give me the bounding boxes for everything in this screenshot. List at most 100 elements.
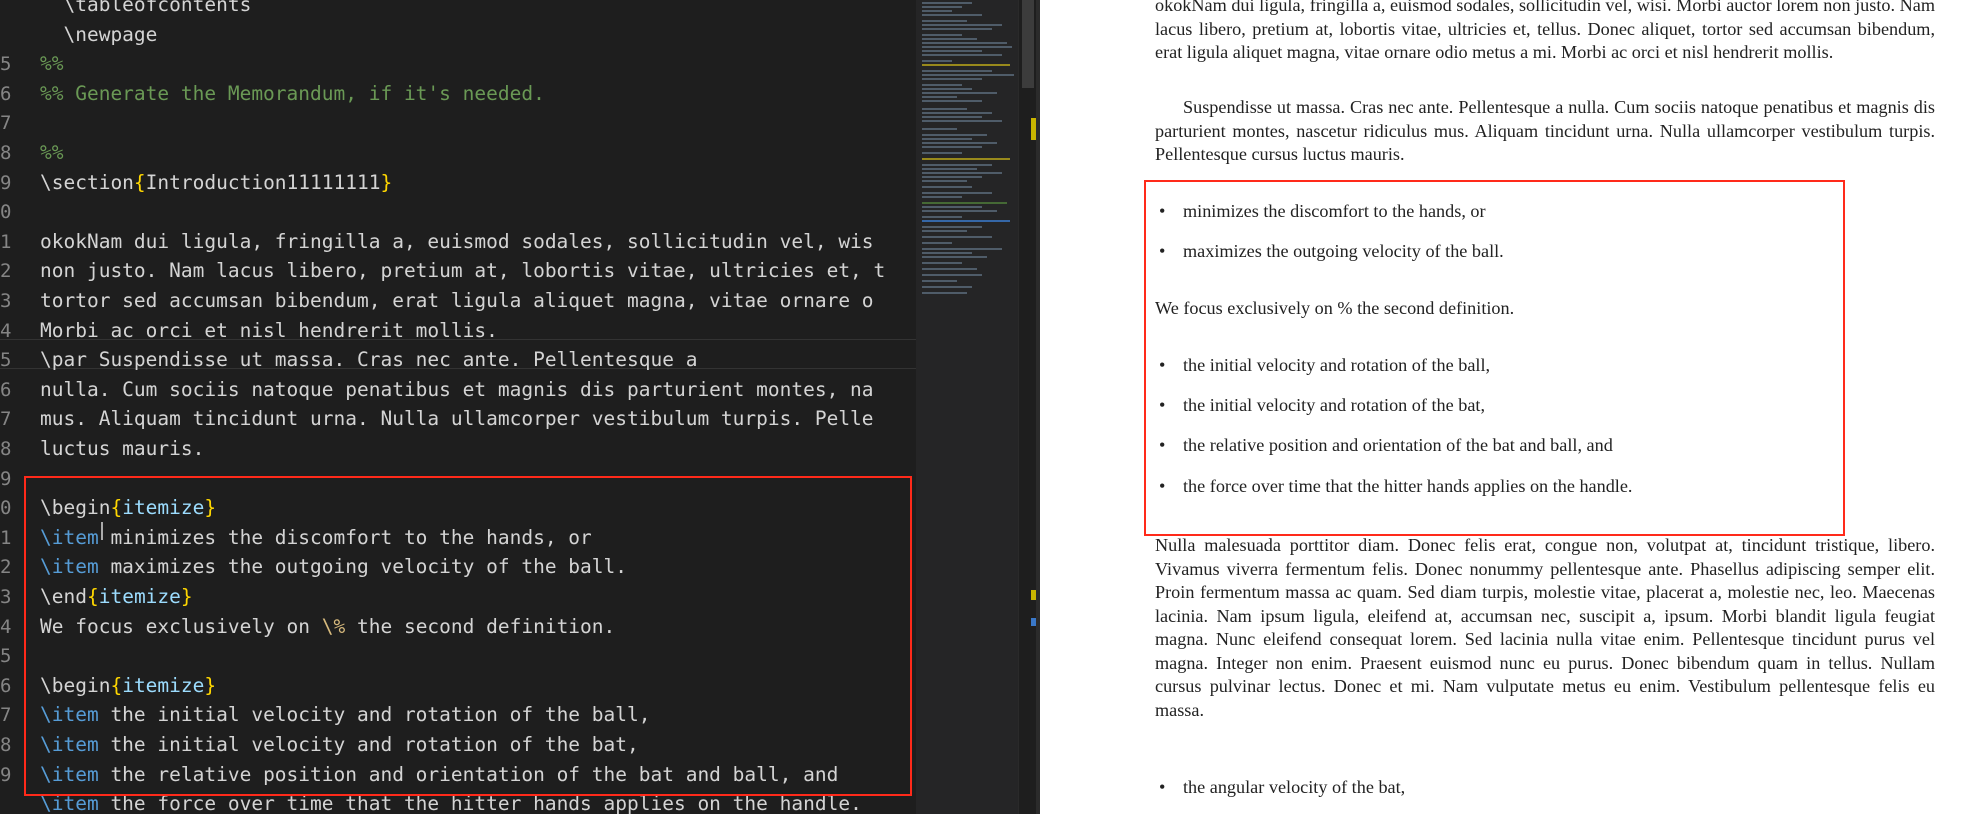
pdf-bullet-item: the initial velocity and rotation of the… bbox=[1159, 394, 1485, 417]
code-line[interactable]: Morbi ac orci et nisl hendrerit mollis. bbox=[40, 316, 498, 346]
minimap-line bbox=[922, 292, 967, 294]
line-number: 9 bbox=[0, 171, 12, 194]
minimap-line bbox=[922, 196, 962, 198]
minimap-line bbox=[922, 60, 952, 62]
minimap-line bbox=[922, 216, 962, 218]
minimap-line bbox=[922, 186, 972, 188]
minimap-line bbox=[922, 256, 987, 258]
minimap-line bbox=[922, 142, 997, 144]
minimap-line bbox=[922, 280, 957, 282]
line-number: 5 bbox=[0, 349, 12, 372]
minimap-line bbox=[922, 92, 997, 94]
minimap-line bbox=[922, 20, 967, 22]
line-number: 1 bbox=[0, 230, 12, 253]
minimap-line bbox=[922, 84, 962, 86]
code-line[interactable]: \tableofcontents bbox=[40, 0, 251, 20]
minimap-line bbox=[922, 202, 1007, 204]
minimap-line bbox=[922, 116, 982, 118]
code-line[interactable]: tortor sed accumsan bibendum, erat ligul… bbox=[40, 286, 874, 316]
minimap-line bbox=[922, 128, 957, 130]
scrollbar-thumb[interactable] bbox=[1022, 0, 1034, 88]
minimap-line bbox=[922, 38, 977, 40]
line-number: 9 bbox=[0, 763, 12, 786]
pdf-paragraph-intro: okokNam dui ligula, fringilla a, euismod… bbox=[1155, 0, 1935, 62]
minimap-line bbox=[922, 146, 982, 148]
minimap-line bbox=[922, 164, 992, 166]
minimap-line bbox=[922, 252, 972, 254]
minimap-line bbox=[922, 268, 977, 270]
minimap-line bbox=[922, 108, 967, 110]
code-line[interactable]: %% bbox=[40, 49, 63, 79]
minimap-line bbox=[922, 262, 962, 264]
minimap-line bbox=[922, 152, 962, 154]
line-number: 4 bbox=[0, 319, 12, 342]
line-number: 6 bbox=[0, 674, 12, 697]
code-line[interactable]: okokNam dui ligula, fringilla a, euismod… bbox=[40, 227, 874, 257]
pdf-preview[interactable]: okokNam dui ligula, fringilla a, euismod… bbox=[1040, 0, 1984, 814]
minimap-line bbox=[922, 100, 982, 102]
code-line[interactable]: \section{Introduction11111111} bbox=[40, 168, 392, 198]
code-line[interactable]: %% bbox=[40, 138, 63, 168]
line-number: 9 bbox=[0, 467, 12, 490]
line-number: 8 bbox=[0, 438, 12, 460]
minimap-line bbox=[922, 70, 992, 72]
pdf-paragraph-suspendisse: Suspendisse ut massa. Cras nec ante. Pel… bbox=[1155, 97, 1935, 164]
line-number: 7 bbox=[0, 408, 12, 431]
minimap-line bbox=[922, 78, 982, 80]
pdf-bullet-item: the angular velocity of the bat, bbox=[1159, 776, 1405, 799]
text-cursor-icon bbox=[101, 522, 103, 540]
minimap-line bbox=[922, 286, 972, 288]
pdf-bullet-item: maximizes the outgoing velocity of the b… bbox=[1159, 240, 1504, 263]
line-number: 4 bbox=[0, 615, 12, 638]
pdf-bullet-item: the relative position and orientation of… bbox=[1159, 434, 1613, 457]
minimap-line bbox=[922, 192, 992, 194]
pdf-paragraph-nulla: Nulla malesuada porttitor diam. Donec fe… bbox=[1155, 535, 1935, 720]
minimap-line bbox=[922, 88, 972, 90]
pdf-bullet-item: minimizes the discomfort to the hands, o… bbox=[1159, 200, 1486, 223]
pdf-bullet-item: the initial velocity and rotation of the… bbox=[1159, 354, 1490, 377]
minimap-line bbox=[922, 176, 982, 178]
pdf-focus-line: We focus exclusively on % the second def… bbox=[1155, 298, 1515, 318]
minimap-line bbox=[922, 120, 1002, 122]
code-line[interactable]: luctus mauris. bbox=[40, 434, 204, 464]
minimap-line bbox=[922, 274, 982, 276]
code-editor[interactable]: \tableofcontents \newpage 5%% 6 %% Generate… bbox=[0, 0, 916, 814]
line-number: 7 bbox=[0, 112, 12, 135]
minimap-line bbox=[922, 54, 1002, 56]
minimap-line bbox=[922, 64, 1010, 66]
code-line[interactable]: non justo. Nam lacus libero, pretium at,… bbox=[40, 256, 885, 286]
line-number: 3 bbox=[0, 290, 12, 312]
minimap-line bbox=[922, 96, 957, 98]
code-line[interactable]: \newpage bbox=[40, 20, 157, 50]
minimap-line bbox=[922, 46, 1012, 48]
minimap-line bbox=[922, 236, 992, 238]
code-line[interactable]: %% Generate the Memorandum, if it's need… bbox=[40, 79, 545, 109]
minimap-line bbox=[922, 172, 1002, 174]
minimap-line bbox=[922, 10, 952, 12]
line-number: 2 bbox=[0, 556, 12, 579]
minimap-line bbox=[922, 206, 982, 208]
minimap-line bbox=[922, 112, 992, 114]
pdf-bullet-item: the force over time that the hitter hand… bbox=[1159, 475, 1633, 498]
minimap-line bbox=[922, 50, 982, 52]
code-line[interactable]: mus. Aliquam tincidunt urna. Nulla ullam… bbox=[40, 404, 874, 434]
minimap-line bbox=[922, 28, 992, 30]
line-number: 2 bbox=[0, 260, 12, 283]
line-number: 3 bbox=[0, 586, 12, 608]
line-number: 0 bbox=[0, 201, 12, 224]
code-line[interactable]: \par Suspendisse ut massa. Cras nec ante… bbox=[40, 345, 697, 375]
line-number: 1 bbox=[0, 526, 12, 549]
line-number: 8 bbox=[0, 734, 12, 756]
minimap-line bbox=[922, 210, 997, 212]
minimap-line bbox=[922, 248, 1002, 250]
editor-scrollbar[interactable] bbox=[1018, 0, 1037, 814]
line-number: 0 bbox=[0, 497, 12, 520]
minimap-line bbox=[922, 134, 987, 136]
minimap-line bbox=[922, 42, 1007, 44]
minimap-line bbox=[922, 158, 1010, 160]
code-line[interactable]: nulla. Cum sociis natoque penatibus et m… bbox=[40, 375, 874, 405]
minimap-line bbox=[922, 74, 1014, 76]
minimap[interactable] bbox=[916, 0, 1018, 814]
minimap-line bbox=[922, 24, 1002, 26]
minimap-line bbox=[922, 180, 967, 182]
